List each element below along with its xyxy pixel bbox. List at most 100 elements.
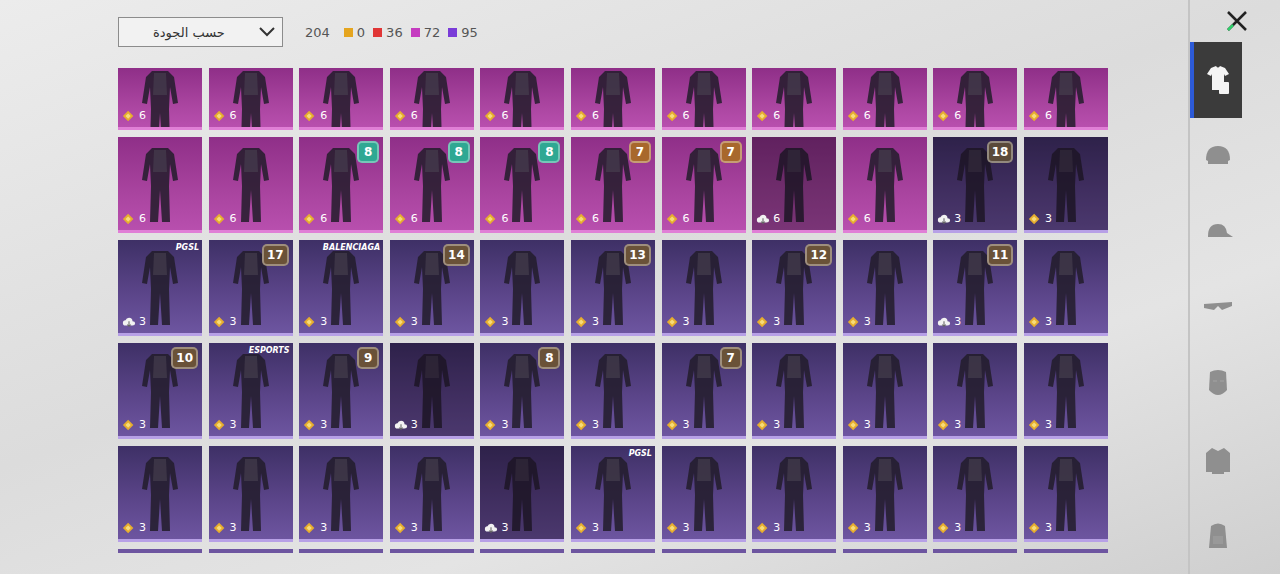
outfit-card[interactable]: 3: [1024, 343, 1108, 439]
outfit-card[interactable]: 3ESPORTS: [209, 343, 293, 439]
outfit-card[interactable]: 3: [662, 240, 746, 336]
coin-icon: [213, 418, 227, 432]
outfit-card[interactable]: 318: [933, 137, 1017, 233]
outfit-card[interactable]: 3: [480, 446, 564, 542]
coin-icon: [213, 109, 227, 123]
partial-card: [571, 549, 655, 553]
outfit-card[interactable]: 6: [118, 68, 202, 130]
level-badge: 13: [624, 244, 651, 266]
outfit-card[interactable]: 3: [209, 446, 293, 542]
outfit-card[interactable]: 6: [933, 68, 1017, 130]
outfit-card[interactable]: 3: [299, 446, 383, 542]
outfit-card[interactable]: 37: [662, 343, 746, 439]
outfit-card[interactable]: 3: [390, 446, 474, 542]
cost-value: 3: [501, 316, 508, 328]
coin-icon: [575, 109, 589, 123]
level-badge-text: 10: [176, 351, 193, 365]
outfit-card[interactable]: 6: [843, 68, 927, 130]
outfit-card[interactable]: 3: [933, 446, 1017, 542]
outfit-card[interactable]: 6: [843, 137, 927, 233]
outfit-card[interactable]: 3: [480, 240, 564, 336]
outfit-card[interactable]: 6: [299, 68, 383, 130]
outfit-card[interactable]: 67: [571, 137, 655, 233]
level-badge: 12: [805, 244, 832, 266]
outfit-card[interactable]: 67: [662, 137, 746, 233]
level-badge-text: 11: [992, 248, 1009, 262]
cost-value: 6: [411, 110, 418, 122]
outfit-card[interactable]: 68: [299, 137, 383, 233]
outfit-card[interactable]: 68: [480, 137, 564, 233]
outfit-card[interactable]: 3: [1024, 446, 1108, 542]
outfit-card[interactable]: 3: [662, 446, 746, 542]
total-count: 204: [305, 25, 330, 40]
outfit-card[interactable]: 6: [209, 68, 293, 130]
outfit-card[interactable]: 3: [843, 446, 927, 542]
sidebar-item[interactable]: [1190, 270, 1242, 346]
outfit-card[interactable]: 311: [933, 240, 1017, 336]
outfit-card[interactable]: 3: [118, 446, 202, 542]
cost-value: 6: [230, 110, 237, 122]
card-cost: 3: [847, 521, 871, 535]
close-area: [1190, 0, 1280, 42]
rarity-count-value: 95: [461, 25, 478, 40]
outfit-card[interactable]: 6: [390, 68, 474, 130]
cost-value: 6: [683, 213, 690, 225]
close-icon[interactable]: [1224, 8, 1250, 34]
sidebar-item[interactable]: [1190, 118, 1242, 194]
outfit-card[interactable]: 38: [480, 343, 564, 439]
rarity-square: [344, 28, 353, 37]
outfit-card[interactable]: 3: [752, 446, 836, 542]
cost-value: 3: [1045, 316, 1052, 328]
outfit-card[interactable]: 6: [752, 137, 836, 233]
outfit-card[interactable]: 6: [752, 68, 836, 130]
outfit-card[interactable]: 6: [209, 137, 293, 233]
level-badge: 11: [987, 244, 1014, 266]
outfit-card[interactable]: 3BALENCIAGA: [299, 240, 383, 336]
coin-icon: [1028, 212, 1042, 226]
rarity-counts: 0367295: [344, 25, 478, 40]
mask-icon: [1202, 368, 1234, 400]
outfit-card[interactable]: 3: [843, 343, 927, 439]
sidebar-item[interactable]: [1190, 194, 1242, 270]
sidebar-item[interactable]: [1190, 498, 1242, 574]
outfit-card[interactable]: 317: [209, 240, 293, 336]
coin-icon: [666, 109, 680, 123]
card-cost: 3: [1028, 212, 1052, 226]
level-badge: 7: [720, 347, 742, 369]
outfit-card[interactable]: 6: [1024, 68, 1108, 130]
rarity-count-value: 72: [424, 25, 441, 40]
rarity-count: 72: [411, 25, 441, 40]
outfit-card[interactable]: 6: [571, 68, 655, 130]
sidebar-item[interactable]: [1190, 422, 1242, 498]
coin-icon: [847, 212, 861, 226]
outfit-card[interactable]: 312: [752, 240, 836, 336]
cost-value: 3: [1045, 213, 1052, 225]
outfit-card[interactable]: 3: [571, 343, 655, 439]
brand-label: PGSL: [176, 243, 199, 252]
outfit-card[interactable]: 6: [480, 68, 564, 130]
outfit-card[interactable]: 313: [571, 240, 655, 336]
outfit-card[interactable]: 6: [662, 68, 746, 130]
cloud-icon: [937, 315, 951, 329]
outfit-card[interactable]: 3: [1024, 137, 1108, 233]
cost-value: 3: [773, 522, 780, 534]
outfit-card[interactable]: 3: [752, 343, 836, 439]
outfit-card[interactable]: 314: [390, 240, 474, 336]
sort-dropdown[interactable]: حسب الجودة: [118, 17, 283, 47]
outfit-card[interactable]: 68: [390, 137, 474, 233]
sidebar-item[interactable]: [1190, 42, 1242, 118]
outfit-card[interactable]: 3: [1024, 240, 1108, 336]
outfit-card[interactable]: 39: [299, 343, 383, 439]
outfit-card[interactable]: 3PGSL: [571, 446, 655, 542]
outfit-card[interactable]: 3: [933, 343, 1017, 439]
outfit-card[interactable]: 3PGSL: [118, 240, 202, 336]
outfit-card[interactable]: 310: [118, 343, 202, 439]
sidebar-item[interactable]: [1190, 346, 1242, 422]
cost-value: 3: [411, 522, 418, 534]
card-cost: 3: [394, 521, 418, 535]
card-cost: 3: [394, 315, 418, 329]
level-badge-text: 18: [992, 145, 1009, 159]
outfit-card[interactable]: 3: [843, 240, 927, 336]
outfit-card[interactable]: 3: [390, 343, 474, 439]
outfit-card[interactable]: 6: [118, 137, 202, 233]
